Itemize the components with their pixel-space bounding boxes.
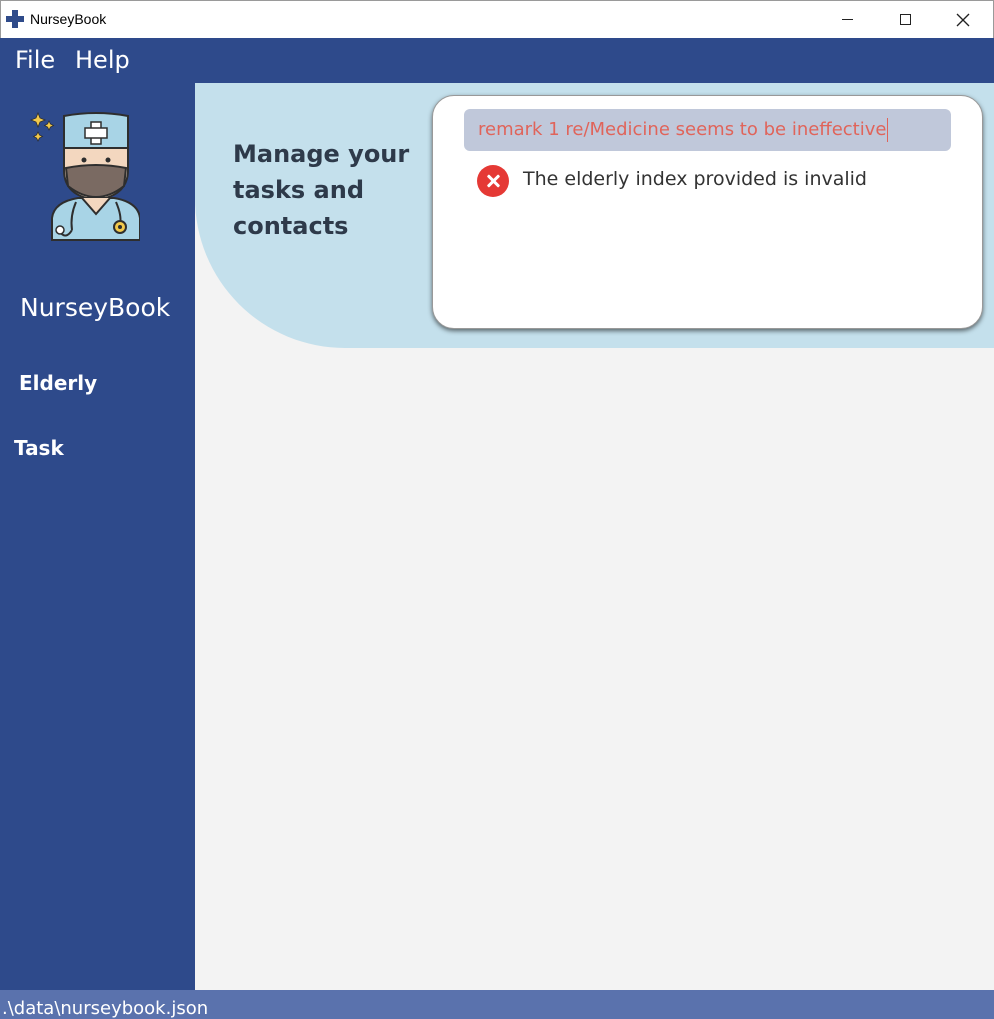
text-caret [887, 118, 889, 142]
window-title: NurseyBook [30, 11, 107, 27]
menu-bar: File Help [0, 38, 994, 83]
maximize-icon [899, 14, 911, 25]
sidebar: NurseyBook Elderly Task [0, 83, 195, 990]
status-file-path: .\data\nurseybook.json [2, 998, 209, 1019]
close-icon [956, 13, 970, 26]
result-message: The elderly index provided is invalid [523, 168, 867, 190]
minimize-button[interactable] [824, 1, 870, 38]
error-icon [477, 165, 509, 197]
command-box: remark 1 re/Medicine seems to be ineffec… [432, 95, 983, 329]
status-bar: .\data\nurseybook.json [0, 990, 994, 1019]
minimize-icon [841, 19, 853, 20]
sidebar-brand: NurseyBook [20, 293, 171, 322]
sidebar-item-elderly[interactable]: Elderly [19, 371, 97, 395]
menu-file[interactable]: File [15, 46, 55, 74]
command-input[interactable]: remark 1 re/Medicine seems to be ineffec… [464, 109, 951, 151]
plus-icon [6, 10, 24, 28]
command-input-text: remark 1 re/Medicine seems to be ineffec… [478, 119, 887, 140]
sidebar-item-task[interactable]: Task [14, 436, 64, 460]
close-button[interactable] [940, 1, 986, 38]
header-tagline: Manage your tasks and contacts [233, 140, 410, 240]
maximize-button[interactable] [882, 1, 928, 38]
title-bar: NurseyBook [0, 0, 994, 38]
nurse-avatar-icon [30, 111, 140, 241]
menu-help[interactable]: Help [75, 46, 130, 74]
